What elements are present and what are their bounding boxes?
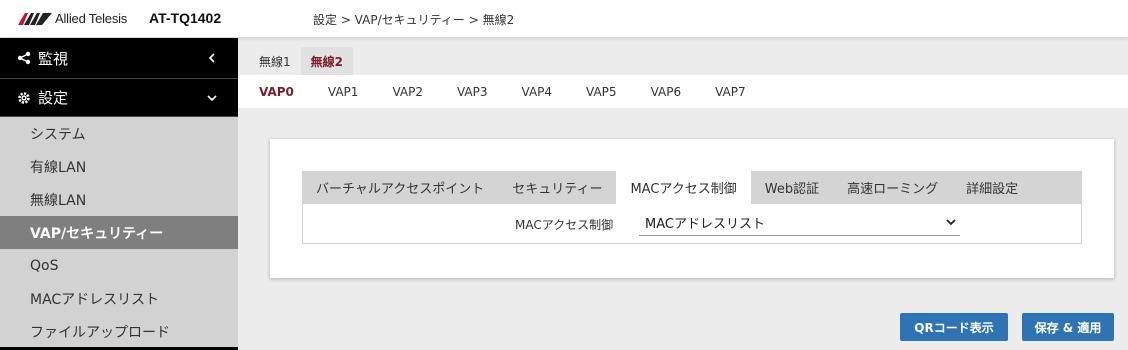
top-header: Allied Telesis AT-TQ1402 設定 > VAP/セキュリティ… (0, 0, 1128, 38)
sidebar-item-wired-lan[interactable]: 有線LAN (0, 150, 238, 183)
tab-vap4[interactable]: VAP4 (510, 75, 565, 108)
sidebar-item-label: 監視 (38, 49, 69, 68)
qr-code-button[interactable]: QRコード表示 (900, 313, 1008, 341)
brand-logo[interactable]: Allied Telesis (18, 11, 127, 26)
tab-vap0[interactable]: VAP0 (247, 75, 306, 108)
vap-tabs: VAP0 VAP1 VAP2 VAP3 VAP4 VAP5 VAP6 VAP7 (238, 75, 1128, 108)
settings-card: バーチャルアクセスポイント セキュリティー MACアクセス制御 Web認証 高速… (270, 139, 1114, 278)
tab-vap1[interactable]: VAP1 (316, 75, 371, 108)
gear-icon (16, 90, 32, 106)
breadcrumb: 設定 > VAP/セキュリティー > 無線2 (313, 13, 515, 27)
tab-vap2[interactable]: VAP2 (380, 75, 435, 108)
chevron-down-icon (200, 94, 224, 102)
mac-access-label: MACアクセス制御 (515, 218, 614, 232)
sidebar-item-vap-security[interactable]: VAP/セキュリティー (0, 216, 238, 249)
tab-web-auth[interactable]: Web認証 (751, 171, 833, 204)
sidebar-item-mac-address-list[interactable]: MACアドレスリスト (0, 282, 238, 315)
mac-access-value: MACアドレスリスト (645, 217, 765, 232)
chevron-down-icon (942, 219, 960, 226)
sidebar-item-wireless-lan[interactable]: 無線LAN (0, 183, 238, 216)
sidebar-item-monitor[interactable]: 監視 (0, 38, 238, 79)
allied-telesis-logo-icon (18, 12, 52, 25)
sidebar-item-settings[interactable]: 設定 (0, 79, 238, 117)
tab-fast-roaming[interactable]: 高速ローミング (833, 171, 952, 204)
sidebar-item-qos[interactable]: QoS (0, 249, 238, 282)
sidebar-item-system[interactable]: システム (0, 117, 238, 150)
mac-access-select[interactable]: MACアドレスリスト (639, 210, 960, 236)
sidebar: 監視 設定 システム 有線LAN 無線LAN VAP/セキュリティー QoS M… (0, 38, 238, 350)
device-model: AT-TQ1402 (149, 10, 222, 26)
settings-tabs: バーチャルアクセスポイント セキュリティー MACアクセス制御 Web認証 高速… (302, 171, 1082, 204)
tab-vap6[interactable]: VAP6 (639, 75, 694, 108)
mac-access-panel: MACアクセス制御 MACアドレスリスト (302, 204, 1082, 244)
chevron-left-icon (200, 53, 224, 63)
tab-mac-access-control[interactable]: MACアクセス制御 (616, 171, 751, 204)
radio-tabs: 無線1 無線2 (249, 47, 353, 75)
save-apply-button[interactable]: 保存 & 適用 (1022, 313, 1114, 341)
tab-security[interactable]: セキュリティー (498, 171, 616, 204)
sidebar-item-label: 設定 (38, 89, 69, 107)
tab-vap7[interactable]: VAP7 (703, 75, 758, 108)
sidebar-item-file-upload[interactable]: ファイルアップロード (0, 315, 238, 348)
tab-advanced-settings[interactable]: 詳細設定 (952, 171, 1032, 204)
brand-name: Allied Telesis (55, 11, 128, 26)
tab-vap3[interactable]: VAP3 (445, 75, 500, 108)
share-icon (16, 50, 32, 66)
tab-radio-2[interactable]: 無線2 (300, 47, 353, 75)
tab-vap5[interactable]: VAP5 (574, 75, 629, 108)
tab-radio-1[interactable]: 無線1 (249, 47, 301, 75)
tab-virtual-access-point[interactable]: バーチャルアクセスポイント (302, 171, 498, 204)
